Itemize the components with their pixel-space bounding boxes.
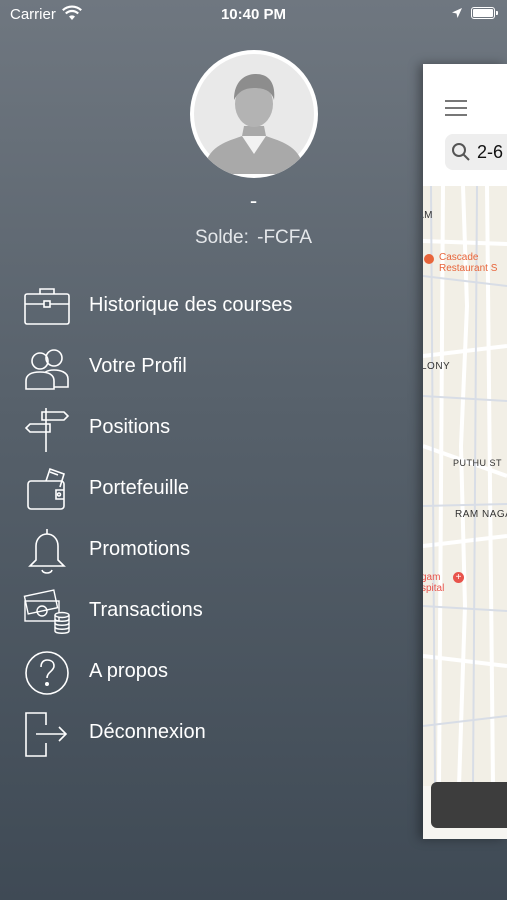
- menu-item-label: Portefeuille: [89, 477, 190, 499]
- hospital-pin-icon[interactable]: +: [453, 572, 464, 583]
- avatar[interactable]: [190, 50, 318, 178]
- briefcase-icon: [22, 282, 72, 332]
- menu-item-ride-history[interactable]: Historique des courses: [0, 278, 400, 336]
- menu-item-label: Déconnexion: [89, 721, 206, 743]
- map-view[interactable]: AM LONY PUTHU ST RAM NAGA Cascade Restau…: [423, 186, 507, 786]
- menu-item-wallet[interactable]: Portefeuille: [0, 461, 400, 519]
- menu-item-label: Promotions: [89, 538, 191, 560]
- search-input[interactable]: 2-6: [445, 134, 507, 170]
- status-bar: Carrier 10:40 PM: [0, 0, 507, 30]
- search-icon: [451, 142, 471, 167]
- map-poi-restaurant[interactable]: Cascade Restaurant S: [439, 252, 497, 274]
- balance-label: Solde:: [194, 227, 249, 248]
- location-arrow-icon: [451, 6, 463, 23]
- restaurant-pin-icon[interactable]: [424, 254, 434, 264]
- menu-item-positions[interactable]: Positions: [0, 400, 400, 458]
- search-text: 2-6: [477, 142, 504, 162]
- menu-item-label: Transactions: [89, 599, 203, 621]
- menu-item-label: Votre Profil: [89, 355, 187, 377]
- logout-icon: [22, 709, 72, 759]
- map-area-label: AM: [423, 210, 433, 221]
- wallet-icon: [22, 465, 72, 515]
- clock-time: 10:40 PM: [220, 6, 287, 23]
- users-icon: [22, 343, 72, 393]
- bell-icon: [22, 526, 72, 576]
- menu-item-label: Historique des courses: [89, 294, 293, 316]
- balance-value: -FCFA: [257, 227, 313, 248]
- map-poi-hospital[interactable]: gam spital: [423, 572, 444, 594]
- menu-item-promotions[interactable]: Promotions: [0, 522, 400, 580]
- panel-header: 2-6: [423, 64, 507, 186]
- menu-item-label: A propos: [89, 660, 168, 682]
- main-panel[interactable]: 2-6 AM L: [423, 64, 507, 839]
- signpost-icon: [22, 404, 72, 454]
- money-icon: [22, 587, 72, 637]
- help-icon: [22, 648, 72, 698]
- hamburger-menu-icon[interactable]: [445, 100, 467, 116]
- map-roads: [423, 186, 507, 786]
- menu-item-label: Positions: [89, 416, 171, 438]
- map-area-label: LONY: [423, 361, 451, 372]
- map-area-label: RAM NAGA: [455, 509, 507, 520]
- menu-item-logout[interactable]: Déconnexion: [0, 705, 400, 763]
- map-street-label: PUTHU ST: [453, 458, 502, 468]
- menu-item-profile[interactable]: Votre Profil: [0, 339, 400, 397]
- user-silhouette-icon: [194, 54, 314, 174]
- battery-icon: [471, 7, 498, 19]
- menu-item-transactions[interactable]: Transactions: [0, 583, 400, 641]
- menu-item-about[interactable]: A propos: [0, 644, 400, 702]
- bottom-action-button[interactable]: [431, 782, 507, 828]
